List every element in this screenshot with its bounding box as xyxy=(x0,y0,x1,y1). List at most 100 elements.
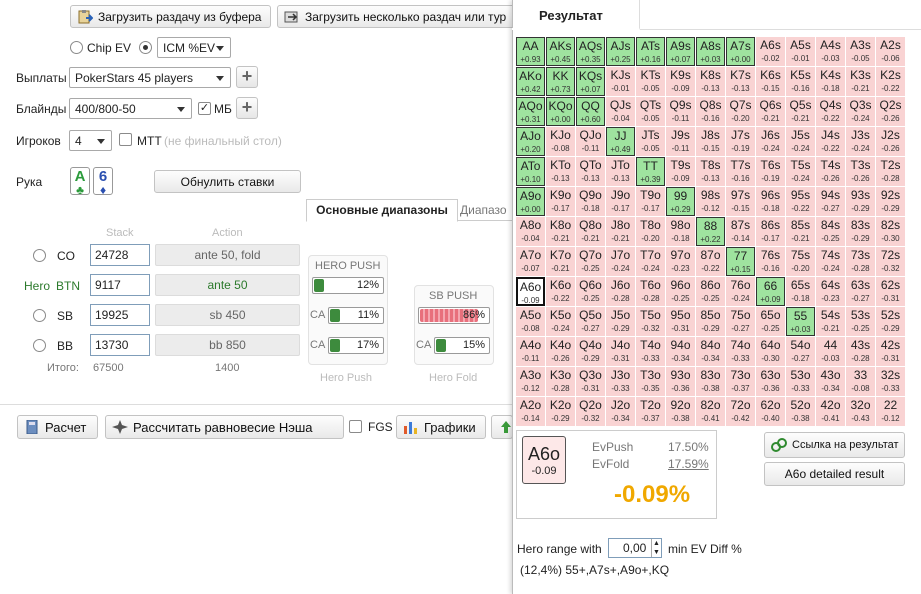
calc-button[interactable]: Расчет xyxy=(17,415,98,439)
tab-main-ranges[interactable]: Основные диапазоны xyxy=(306,199,458,222)
hand-cell[interactable]: Q3o -0.31 xyxy=(576,367,605,396)
hand-cell[interactable]: 75s -0.20 xyxy=(786,247,815,276)
hand-cell[interactable]: T6o -0.28 xyxy=(636,277,665,306)
icm-radio[interactable] xyxy=(139,41,152,54)
hand-cell[interactable]: TT +0.39 xyxy=(636,157,665,186)
hand-cell[interactable]: 54s -0.21 xyxy=(816,307,845,336)
reset-bets-button[interactable]: Обнулить ставки xyxy=(154,170,301,193)
hand-cell[interactable]: JJ +0.49 xyxy=(606,127,635,156)
hand-cell[interactable]: Q8o -0.21 xyxy=(576,217,605,246)
hand-cell[interactable]: 55 +0.03 xyxy=(786,307,815,336)
hand-cell[interactable]: Q7o -0.25 xyxy=(576,247,605,276)
detailed-result-button[interactable]: A6o detailed result xyxy=(764,462,905,486)
hand-cell[interactable]: J4s -0.22 xyxy=(816,127,845,156)
hand-cell[interactable]: K2o -0.29 xyxy=(546,397,575,426)
hand-cell[interactable]: Q7s -0.20 xyxy=(726,97,755,126)
hand-cell[interactable]: A3s -0.05 xyxy=(846,37,875,66)
hand-cell[interactable]: 72s -0.32 xyxy=(876,247,905,276)
hand-cell[interactable]: T8s -0.13 xyxy=(696,157,725,186)
hand-cell[interactable]: T6s -0.19 xyxy=(756,157,785,186)
hand-cell[interactable]: A7o -0.07 xyxy=(516,247,545,276)
hand-cell[interactable]: K7s -0.13 xyxy=(726,67,755,96)
hand-cell[interactable]: 76o -0.24 xyxy=(726,277,755,306)
hand-cell[interactable]: Q9o -0.18 xyxy=(576,187,605,216)
hero-card-1[interactable]: A ♣ xyxy=(70,167,90,196)
hand-cell[interactable]: JTo -0.13 xyxy=(606,157,635,186)
hand-cell[interactable]: J2o -0.34 xyxy=(606,397,635,426)
hand-cell[interactable]: J6s -0.24 xyxy=(756,127,785,156)
hand-cell[interactable]: K5s -0.16 xyxy=(786,67,815,96)
hand-cell[interactable]: 65o -0.25 xyxy=(756,307,785,336)
bb-stack-input[interactable]: 13730 xyxy=(90,334,150,356)
hand-cell[interactable]: Q5o -0.27 xyxy=(576,307,605,336)
hand-cell[interactable]: 98s -0.12 xyxy=(696,187,725,216)
hand-cell[interactable]: T5s -0.24 xyxy=(786,157,815,186)
hand-cell[interactable]: Q9s -0.11 xyxy=(666,97,695,126)
hand-cell[interactable]: 65s -0.18 xyxy=(786,277,815,306)
hand-cell[interactable]: 74o -0.33 xyxy=(726,337,755,366)
export-button[interactable] xyxy=(491,415,513,439)
sb-stack-input[interactable]: 19925 xyxy=(90,304,150,326)
co-stack-input[interactable]: 24728 xyxy=(90,244,150,266)
hand-cell[interactable]: 62o -0.40 xyxy=(756,397,785,426)
hand-cell[interactable]: K4o -0.26 xyxy=(546,337,575,366)
hand-cell[interactable]: AJo +0.20 xyxy=(516,127,545,156)
hand-cell[interactable]: 73s -0.28 xyxy=(846,247,875,276)
hero-push-bar[interactable]: 12% xyxy=(312,277,384,294)
hand-cell[interactable]: A9o +0.00 xyxy=(516,187,545,216)
hand-cell[interactable]: 32o -0.43 xyxy=(846,397,875,426)
hand-cell[interactable]: 87s -0.14 xyxy=(726,217,755,246)
hand-cell[interactable]: T4o -0.33 xyxy=(636,337,665,366)
hand-cell[interactable]: KQo +0.00 xyxy=(546,97,575,126)
hand-cell[interactable]: T9o -0.17 xyxy=(636,187,665,216)
hand-cell[interactable]: K3o -0.28 xyxy=(546,367,575,396)
tab-other-ranges[interactable]: Диапазо xyxy=(460,203,516,221)
hand-cell[interactable]: 95o -0.31 xyxy=(666,307,695,336)
hand-cell[interactable]: 86o -0.25 xyxy=(696,277,725,306)
hand-cell[interactable]: A5o -0.08 xyxy=(516,307,545,336)
hand-cell[interactable]: A8o -0.04 xyxy=(516,217,545,246)
bb-action[interactable]: bb 850 xyxy=(155,334,300,356)
hand-cell[interactable]: Q4s -0.22 xyxy=(816,97,845,126)
co-action[interactable]: ante 50, fold xyxy=(155,244,300,266)
hand-cell[interactable]: J9s -0.11 xyxy=(666,127,695,156)
mtt-checkbox[interactable] xyxy=(119,133,132,146)
hand-cell[interactable]: 74s -0.24 xyxy=(816,247,845,276)
hand-cell[interactable]: T2s -0.28 xyxy=(876,157,905,186)
hand-cell[interactable]: QJs -0.04 xyxy=(606,97,635,126)
hand-cell[interactable]: 42o -0.41 xyxy=(816,397,845,426)
hand-cell[interactable]: T5o -0.32 xyxy=(636,307,665,336)
hand-cell[interactable]: J2s -0.26 xyxy=(876,127,905,156)
hand-cell[interactable]: 94s -0.27 xyxy=(816,187,845,216)
hand-cell[interactable]: K9o -0.17 xyxy=(546,187,575,216)
result-tab[interactable]: Результат xyxy=(512,0,640,30)
hand-cell[interactable]: 88 +0.22 xyxy=(696,217,725,246)
hand-cell[interactable]: J8o -0.21 xyxy=(606,217,635,246)
hand-cell[interactable]: Q6s -0.21 xyxy=(756,97,785,126)
hand-cell[interactable]: KTs -0.05 xyxy=(636,67,665,96)
btn-action[interactable]: ante 50 xyxy=(155,274,300,296)
hand-cell[interactable]: 64s -0.23 xyxy=(816,277,845,306)
hand-cell[interactable]: AKo +0.42 xyxy=(516,67,545,96)
hand-cell[interactable]: 75o -0.27 xyxy=(726,307,755,336)
hand-cell[interactable]: A8s +0.03 xyxy=(696,37,725,66)
nash-button[interactable]: Рассчитать равновесие Нэша xyxy=(105,415,344,439)
hand-cell[interactable]: T8o -0.20 xyxy=(636,217,665,246)
hand-cell[interactable]: K3s -0.21 xyxy=(846,67,875,96)
hand-cell[interactable]: 86s -0.17 xyxy=(756,217,785,246)
sb-action[interactable]: sb 450 xyxy=(155,304,300,326)
hand-cell[interactable]: K4s -0.18 xyxy=(816,67,845,96)
hand-cell[interactable]: 72o -0.42 xyxy=(726,397,755,426)
min-ev-spinner[interactable]: ▲ ▼ xyxy=(651,539,661,557)
hand-cell[interactable]: A2o -0.14 xyxy=(516,397,545,426)
hand-cell[interactable]: 95s -0.22 xyxy=(786,187,815,216)
hand-cell[interactable]: 85s -0.21 xyxy=(786,217,815,246)
result-link-button[interactable]: Ссылка на результат xyxy=(764,432,905,458)
chip-ev-radio[interactable] xyxy=(70,41,83,54)
hand-cell[interactable]: 52o -0.38 xyxy=(786,397,815,426)
add-payout-button[interactable]: + xyxy=(236,66,258,88)
hand-cell[interactable]: 44 -0.03 xyxy=(816,337,845,366)
hand-cell[interactable]: 84s -0.25 xyxy=(816,217,845,246)
hand-cell[interactable]: 76s -0.16 xyxy=(756,247,785,276)
hand-cell[interactable]: 73o -0.37 xyxy=(726,367,755,396)
